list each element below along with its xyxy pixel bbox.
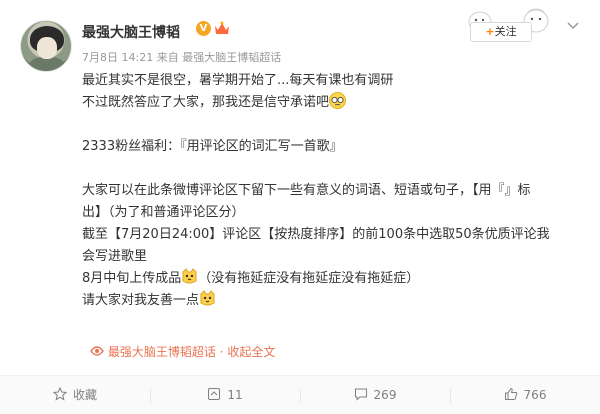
follow-button[interactable]: +关注: [470, 22, 532, 42]
verified-icon: V: [196, 21, 211, 36]
user-name[interactable]: 最强大脑王博韬: [82, 22, 180, 42]
like-icon: [504, 387, 517, 400]
post-line: 截至【7月20日24:00】评论区【按热度排序】的前100条中选取50条优质评论…: [82, 227, 550, 242]
post-date[interactable]: 7月8日 14:21: [82, 51, 153, 64]
follow-label: 关注: [494, 25, 517, 38]
comment-icon: [354, 388, 367, 401]
supertopic-icon: [90, 346, 104, 356]
post-meta: 7月8日 14:21 来自 最强大脑王博韬超话: [82, 49, 281, 65]
fulltext-row: 最强大脑王博韬超话 · 收起全文: [90, 343, 275, 360]
post-line: 请大家对我友善一点: [82, 290, 582, 312]
post-line: 最近其实不是很空，暑学期开始了...每天有课也有调研: [82, 73, 394, 88]
comment-button[interactable]: 269: [300, 376, 450, 414]
crown-icon: [215, 21, 229, 34]
like-button[interactable]: 766: [450, 376, 600, 414]
sleepy-emoji-icon: [329, 92, 347, 109]
chevron-down-icon[interactable]: [566, 18, 580, 32]
post-line: 8月中旬上传成品 （没有拖延症没有拖延症没有拖延症）: [82, 268, 582, 290]
post-line: 不过既然答应了大家，那我还是信守承诺吧: [82, 92, 582, 114]
cat-emoji-icon: [182, 268, 197, 284]
post-source[interactable]: 最强大脑王博韬超话: [182, 51, 281, 64]
post-line: [82, 158, 582, 180]
cat-emoji-icon: [200, 290, 215, 306]
post-line: 大家可以在此条微博评论区下留下一些有意义的词语、短语或句子，【用『』标: [82, 183, 531, 198]
post-line: [82, 114, 582, 136]
post-line: 出】（为了和普通评论区分）: [82, 205, 245, 220]
favorite-button[interactable]: 收藏: [0, 376, 150, 414]
repost-icon: [208, 388, 221, 400]
avatar[interactable]: [20, 20, 72, 72]
favorite-icon: [52, 387, 67, 401]
weibo-post-card: 最强大脑王博韬 V 7月8日 14:21 来自 最强大脑王博韬超话 +关注 最近…: [0, 0, 600, 414]
post-line: 2333粉丝福利：『用评论区的词汇写一首歌』: [82, 139, 343, 154]
follow-plus: +: [485, 25, 495, 38]
source-prefix: 来自: [156, 51, 179, 64]
repost-button[interactable]: 11: [150, 376, 300, 414]
supertopic-link[interactable]: 最强大脑王博韬超话: [108, 345, 216, 359]
post-line: 会写进歌里: [82, 249, 148, 264]
collapse-text-link[interactable]: 收起全文: [227, 345, 275, 359]
post-text: 最近其实不是很空，暑学期开始了...每天有课也有调研 不过既然答应了大家，那我还…: [82, 70, 582, 312]
action-bar: 收藏 11 269 766: [0, 375, 600, 414]
